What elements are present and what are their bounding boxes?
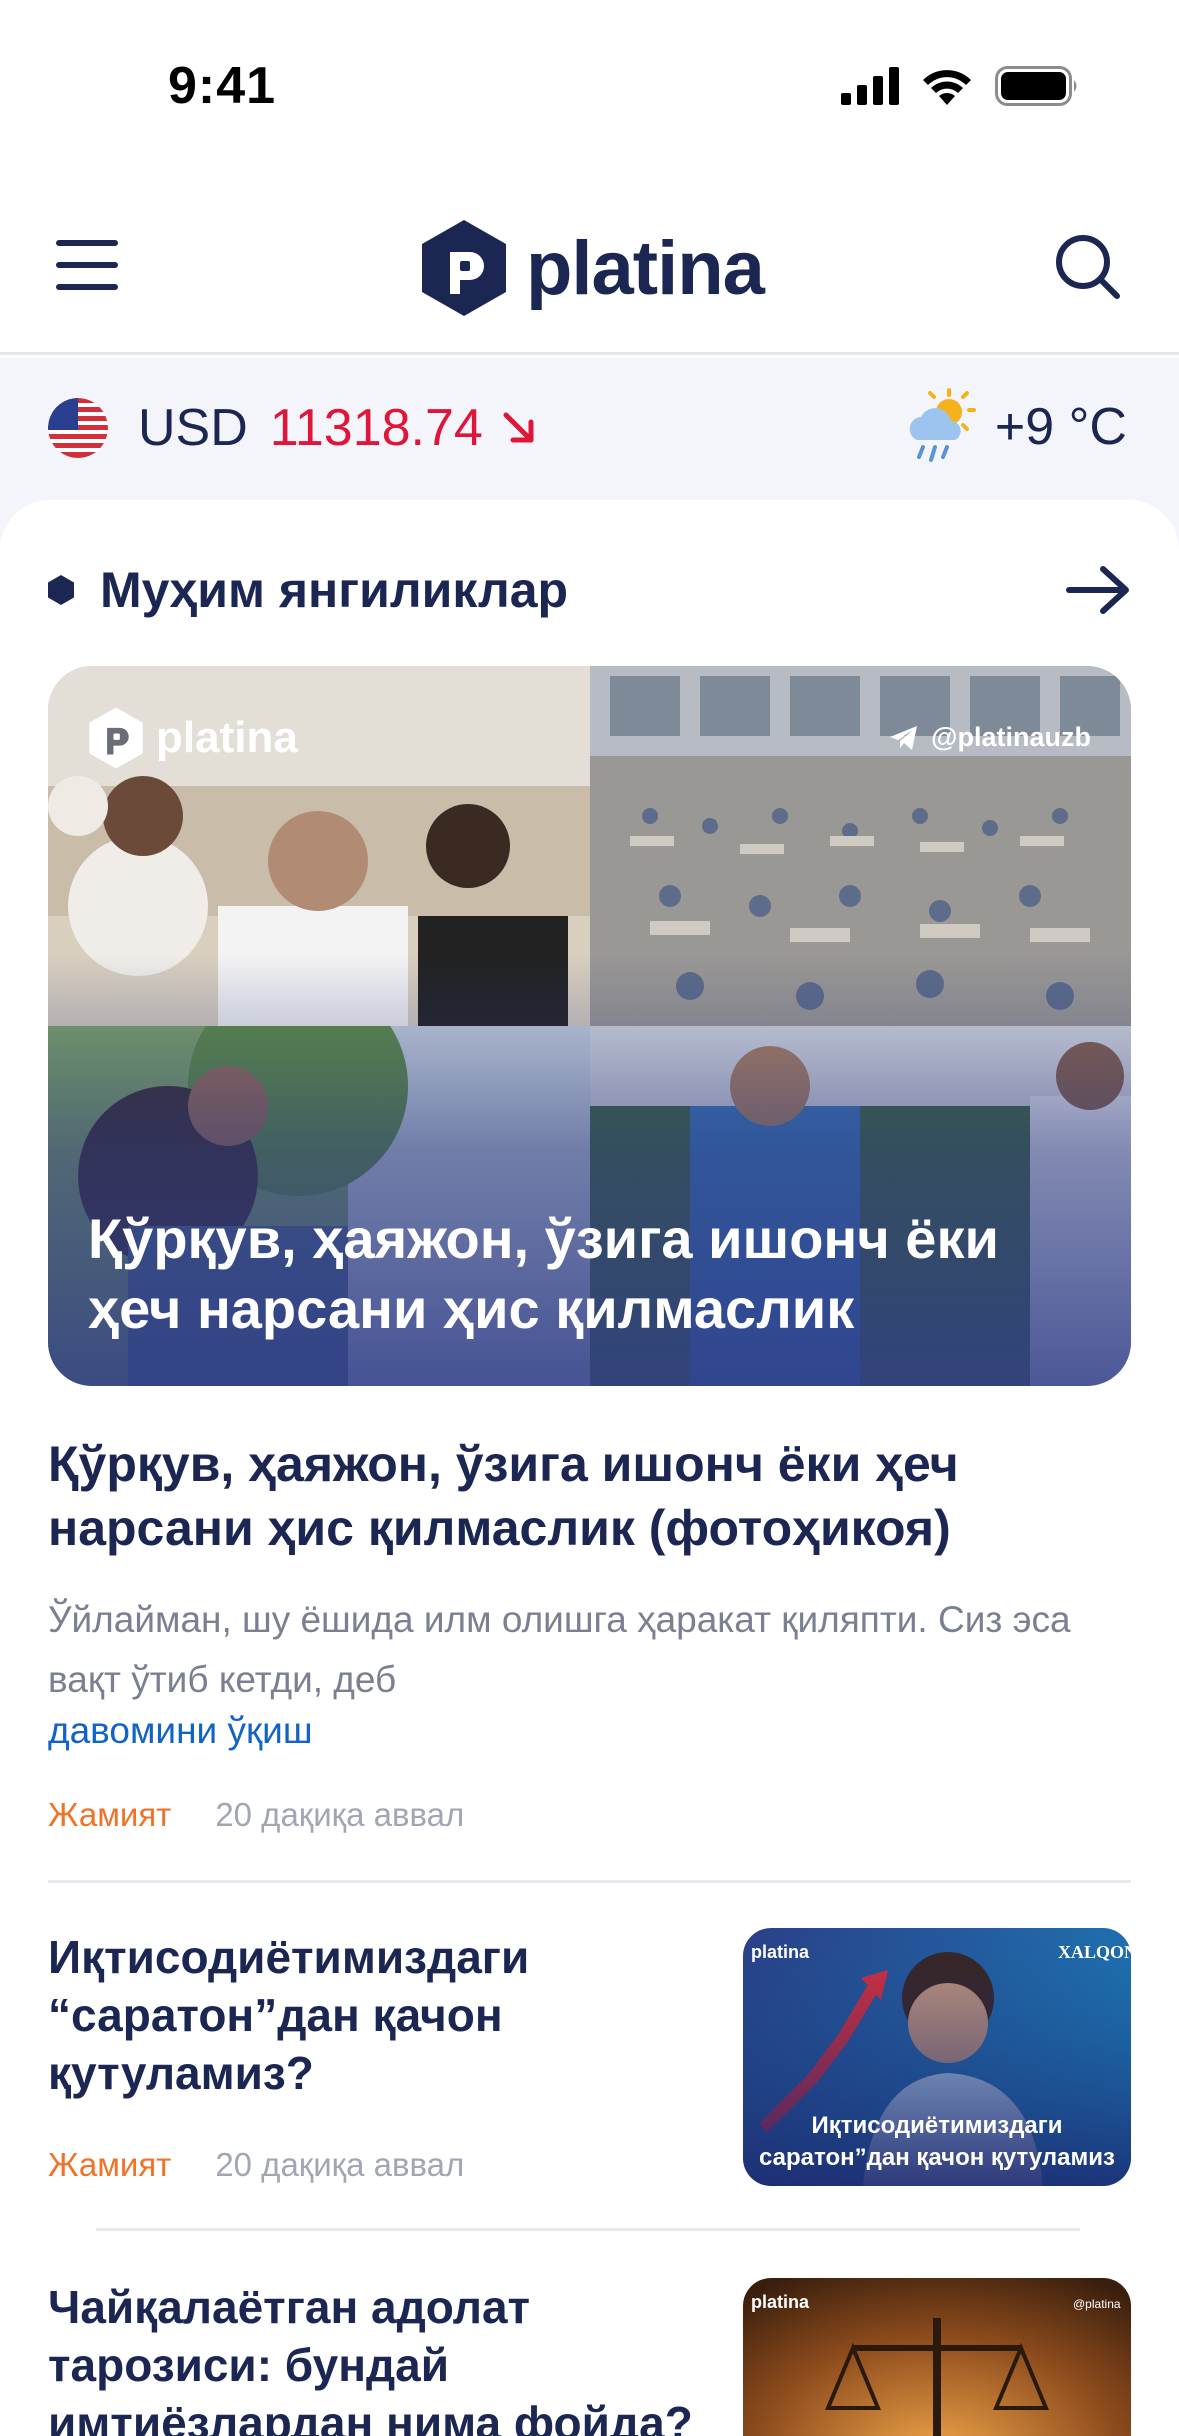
app-logo[interactable]: platina xyxy=(420,218,765,318)
thumb-badge: XALQON xyxy=(1058,1942,1131,1962)
thumb-handle: @platina xyxy=(1073,2297,1121,2311)
us-flag-icon xyxy=(48,398,108,458)
section-header: Муҳим янгиликлар xyxy=(48,555,1131,625)
status-bar: 9:41 xyxy=(0,0,1179,170)
featured-article-meta: Жамият 20 дақиқа аввал xyxy=(48,1796,464,1834)
hero-handle-text: @platinauzb xyxy=(931,722,1091,752)
cellular-signal-icon xyxy=(841,67,899,105)
arrow-down-right-icon xyxy=(503,412,534,443)
platina-logo-icon xyxy=(422,220,506,316)
featured-article-excerpt: Ўйлайман, шу ёшида илм олишга ҳаракат қи… xyxy=(48,1599,1071,1700)
arrow-right-icon[interactable] xyxy=(1065,563,1131,617)
menu-button[interactable] xyxy=(56,240,124,290)
platina-logo-icon xyxy=(89,707,143,769)
news-item-thumbnail: platina XALQON Иқтисодиётимиздаги сарато… xyxy=(743,1928,1131,2186)
status-icons xyxy=(841,66,1079,106)
status-time: 9:41 xyxy=(168,57,277,115)
hero-logo: platina xyxy=(88,706,298,770)
section-title: Муҳим янгиликлар xyxy=(100,562,569,618)
hero-telegram-handle: @platinauzb xyxy=(889,722,1091,753)
weather[interactable]: +9 °C xyxy=(903,388,1127,466)
sun-cloud-rain-icon xyxy=(909,388,976,462)
publish-time: 20 дақиқа аввал xyxy=(215,2146,465,2183)
news-thumbnail-image: platina XALQON Иқтисодиётимиздаги сарато… xyxy=(743,1928,1131,2186)
news-thumbnail-image: platina @platina xyxy=(743,2278,1131,2436)
search-icon[interactable] xyxy=(1053,232,1123,302)
category-link[interactable]: Жамият xyxy=(48,1796,171,1834)
thumb-logo: platina xyxy=(751,1942,810,1962)
divider xyxy=(96,2228,1080,2231)
category-link[interactable]: Жамият xyxy=(48,2146,171,2184)
app-header: platina xyxy=(0,170,1179,355)
currency-code: USD xyxy=(138,399,248,457)
read-more-link[interactable]: давомини ўқиш xyxy=(48,1710,313,1752)
hero-logo-text: platina xyxy=(156,713,298,762)
hero-caption: Қўрқув, ҳаяжон, ўзига ишонч ёки ҳеч нарс… xyxy=(88,1207,999,1340)
info-strip: USD 11318.74 +9 °C xyxy=(0,358,1179,500)
battery-icon xyxy=(995,66,1077,106)
news-item-title: Чайқалаётган адолат тарозиси: бундай имт… xyxy=(48,2281,693,2436)
currency-value: 11318.74 xyxy=(269,399,483,457)
thumb-logo: platina xyxy=(751,2292,810,2312)
currency-rate[interactable]: USD 11318.74 xyxy=(48,398,537,458)
featured-image[interactable]: platina @platinauzb Қўрқув, ҳаяжон, ўзиг… xyxy=(48,666,1131,1386)
menu-icon xyxy=(56,240,118,246)
thumb-caption-line-1: Иқтисодиётимиздаги xyxy=(811,2112,1062,2139)
thumb-caption-line-2: саратон”дан қачон қутуламиз xyxy=(759,2144,1115,2171)
logo-text: platina xyxy=(526,225,765,311)
temperature: +9 °C xyxy=(994,398,1127,456)
telegram-icon xyxy=(890,725,918,750)
featured-article-title[interactable]: Қўрқув, ҳаяжон, ўзига ишонч ёки ҳеч нарс… xyxy=(48,1432,1131,1560)
hexagon-bullet-icon xyxy=(48,575,74,605)
news-item[interactable]: Чайқалаётган адолат тарозиси: бундай имт… xyxy=(48,2278,1131,2436)
news-item-thumbnail: platina @platina xyxy=(743,2278,1131,2436)
publish-time: 20 дақиқа аввал xyxy=(215,1796,465,1833)
wifi-icon xyxy=(923,70,971,105)
news-item-title: Иқтисодиётимиздаги “саратон”дан қачон қу… xyxy=(48,1931,530,2099)
divider xyxy=(48,1880,1131,1883)
news-item-meta: Жамият 20 дақиқа аввал xyxy=(48,2146,464,2184)
